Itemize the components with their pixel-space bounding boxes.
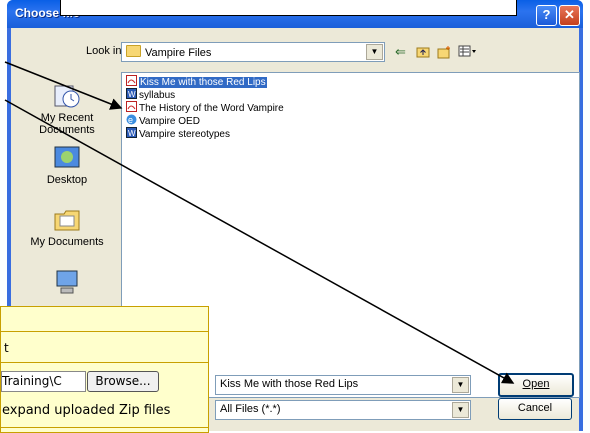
arrow-to-file (4, 61, 123, 110)
annotation-arrows (4, 61, 515, 384)
arrow-to-open (4, 99, 515, 384)
